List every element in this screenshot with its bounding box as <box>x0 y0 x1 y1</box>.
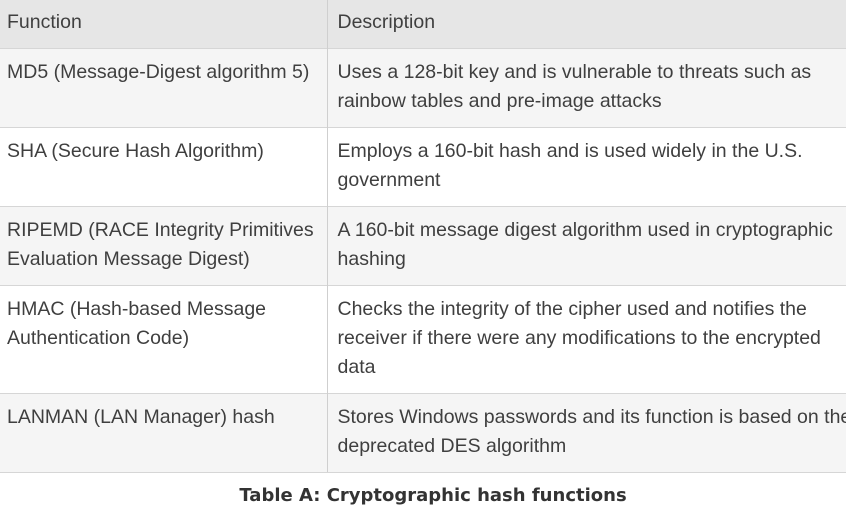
function-cell: RIPEMD (RACE Integrity Primitives Evalua… <box>0 205 327 285</box>
description-line: A 160-bit message digest algorithm used … <box>337 218 833 241</box>
table-row: MD5 (Message-Digest algorithm 5) Uses a … <box>0 47 846 127</box>
hash-functions-table: Function Description MD5 (Message-Digest… <box>0 0 846 473</box>
description-cell: Employs a 160-bit hash and is used widel… <box>326 126 846 206</box>
description-cell: Uses a 128-bit key and is vulnerable to … <box>326 47 846 127</box>
table-caption: Table A: Cryptographic hash functions <box>239 485 627 506</box>
table-row: RIPEMD (RACE Integrity Primitives Evalua… <box>0 205 846 285</box>
description-line: hashing <box>337 247 406 270</box>
table-row: HMAC (Hash-based Message Authentication … <box>0 284 846 393</box>
header-description: Description <box>326 0 846 48</box>
header-function: Function <box>0 0 327 48</box>
description-cell: A 160-bit message digest algorithm used … <box>326 205 846 285</box>
description-cell: Checks the integrity of the cipher used … <box>326 284 846 393</box>
function-cell: HMAC (Hash-based Message Authentication … <box>0 284 327 393</box>
table-row: LANMAN (LAN Manager) hash Stores Windows… <box>0 392 846 473</box>
function-cell: LANMAN (LAN Manager) hash <box>0 392 327 473</box>
hash-functions-table-container: Function Description MD5 (Message-Digest… <box>0 0 846 473</box>
table-row: SHA (Secure Hash Algorithm) Employs a 16… <box>0 126 846 206</box>
function-cell: MD5 (Message-Digest algorithm 5) <box>0 47 327 127</box>
function-cell: SHA (Secure Hash Algorithm) <box>0 126 327 206</box>
table-header-row: Function Description <box>0 0 846 48</box>
description-cell: Stores Windows passwords and its functio… <box>326 392 846 473</box>
